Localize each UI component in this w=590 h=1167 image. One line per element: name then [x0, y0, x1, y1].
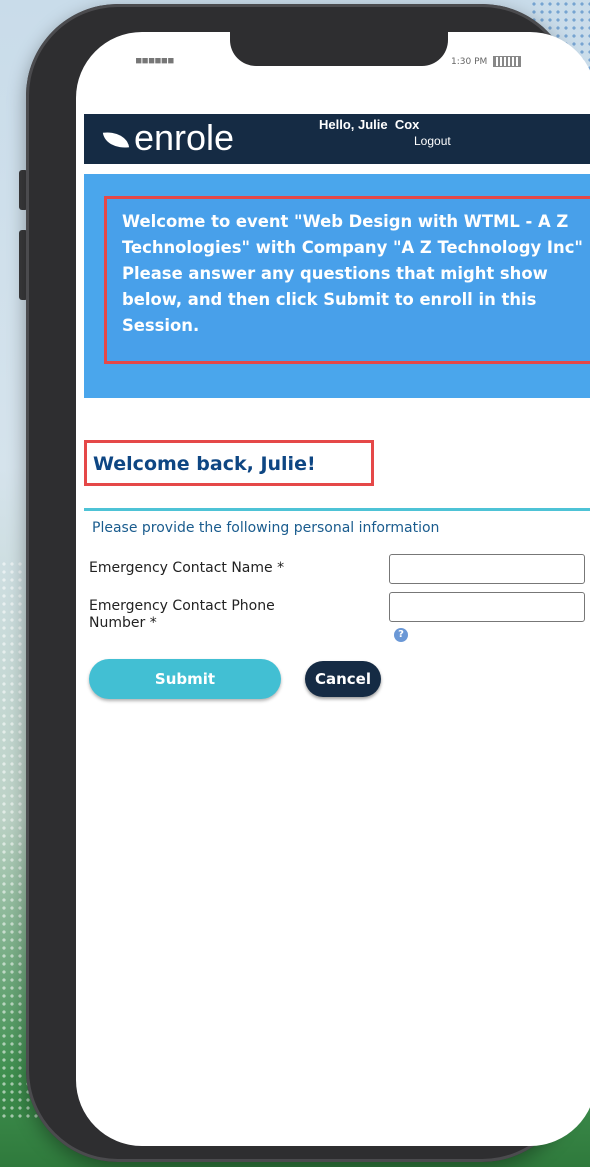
- app-header: enrole Hello, Julie Cox Logout: [84, 114, 590, 164]
- event-panel: Welcome to event "Web Design with WTML -…: [84, 174, 590, 398]
- user-greeting: Hello, Julie Cox: [319, 117, 420, 132]
- logout-link[interactable]: Logout: [414, 134, 451, 148]
- event-message-line: Session.: [122, 316, 200, 335]
- event-message-line: Welcome to event "Web Design with WTML -…: [122, 212, 569, 231]
- emergency-phone-input[interactable]: [389, 592, 585, 622]
- event-message-line: Technologies" with Company "A Z Technolo…: [122, 238, 583, 257]
- welcome-highlight: Welcome back, Julie!: [84, 440, 374, 486]
- emergency-phone-label-line: Number *: [89, 615, 157, 631]
- event-message-line: below, and then click Submit to enroll i…: [122, 290, 537, 309]
- cancel-button[interactable]: Cancel: [305, 661, 381, 697]
- emergency-name-input[interactable]: [389, 554, 585, 584]
- leaf-logo-icon: [102, 129, 130, 151]
- help-icon[interactable]: ?: [394, 628, 408, 642]
- welcome-title: Welcome back, Julie!: [93, 453, 316, 475]
- emergency-phone-label: Emergency Contact Phone Number *: [89, 598, 275, 632]
- phone-screen: ■■■■■■ 1:30 PM enrole Hello, Julie Cox L…: [76, 32, 590, 1146]
- status-carrier: ■■■■■■: [136, 56, 175, 66]
- emergency-phone-label-line: Emergency Contact Phone: [89, 598, 275, 614]
- form-intro: Please provide the following personal in…: [92, 520, 440, 536]
- battery-icon: [493, 56, 522, 67]
- status-time: 1:30 PM: [451, 56, 522, 67]
- emergency-name-label: Emergency Contact Name *: [89, 560, 285, 576]
- phone-notch: [230, 32, 448, 66]
- submit-button[interactable]: Submit: [89, 659, 281, 699]
- logo: enrole: [134, 117, 235, 158]
- phone-frame: ■■■■■■ 1:30 PM enrole Hello, Julie Cox L…: [26, 4, 590, 1162]
- event-message-line: Please answer any questions that might s…: [122, 264, 548, 283]
- section-divider: [84, 508, 590, 511]
- event-message: Welcome to event "Web Design with WTML -…: [104, 196, 590, 364]
